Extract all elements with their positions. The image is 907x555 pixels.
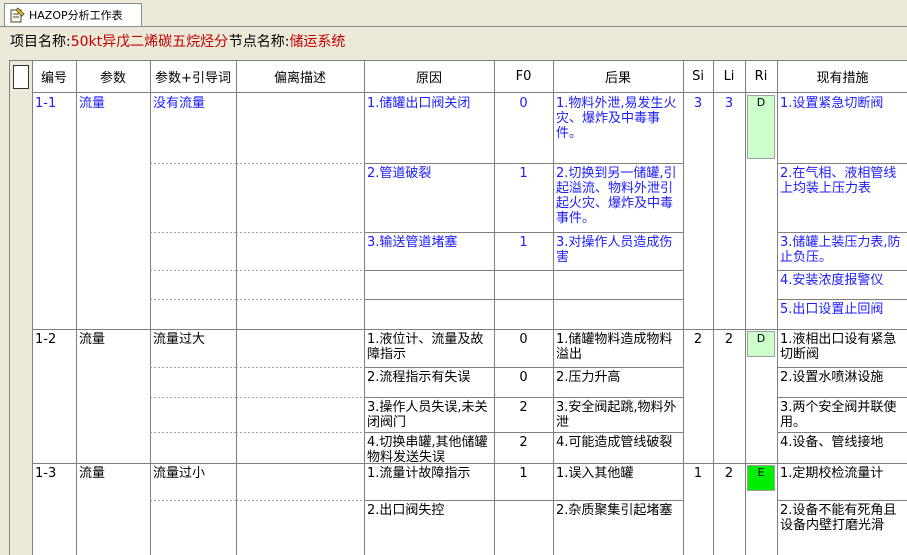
cell-measure[interactable]: 2.设备不能有死角且设备内壁打磨光滑	[777, 500, 907, 555]
cell-cause[interactable]: 1.流量计故障指示	[364, 463, 494, 500]
hdr-consequence[interactable]: 后果	[553, 61, 683, 92]
cell-si[interactable]: 2	[683, 329, 713, 463]
cell-f0[interactable]	[494, 270, 553, 299]
hdr-si[interactable]: Si	[683, 61, 713, 92]
cell-f0[interactable]: 0	[494, 329, 553, 367]
hdr-f0[interactable]: F0	[494, 61, 553, 92]
hdr-guide[interactable]: 参数+引导词	[150, 61, 236, 92]
worksheet-icon	[10, 7, 25, 23]
cell-consequence[interactable]: 3.对操作人员造成伤害	[553, 232, 683, 270]
cell-measure[interactable]: 5.出口设置止回阀	[777, 299, 907, 329]
hdr-li[interactable]: Li	[713, 61, 745, 92]
cell-si[interactable]: 1	[683, 463, 713, 555]
cell-deviation[interactable]	[236, 463, 364, 555]
cell-consequence[interactable]	[553, 270, 683, 299]
cell-id[interactable]: 1-3	[32, 463, 76, 555]
cell-consequence[interactable]: 2.切换到另一储罐,引起溢流、物料外泄引起火灾、爆炸及中毒事件。	[553, 163, 683, 232]
cell-f0[interactable]: 1	[494, 163, 553, 232]
cell-cause[interactable]: 2.管道破裂	[364, 163, 494, 232]
project-label: 项目名称:	[10, 33, 71, 50]
tab-hazop-worksheet[interactable]: HAZOP分析工作表	[4, 3, 142, 26]
select-all-corner[interactable]	[13, 65, 29, 89]
cell-id[interactable]: 1-1	[32, 93, 76, 329]
cell-param[interactable]: 流量	[76, 329, 150, 463]
cell-consequence[interactable]: 1.储罐物料造成物料溢出	[553, 329, 683, 367]
cell-cause[interactable]: 3.输送管道堵塞	[364, 232, 494, 270]
cell-measure[interactable]: 4.设备、管线接地	[777, 432, 907, 463]
tab-strip: HAZOP分析工作表	[0, 0, 907, 27]
cell-f0[interactable]: 1	[494, 232, 553, 270]
cell-param[interactable]: 流量	[76, 463, 150, 555]
cell-measure[interactable]: 3.储罐上装压力表,防止负压。	[777, 232, 907, 270]
hdr-id[interactable]: 编号	[32, 61, 76, 92]
cell-consequence[interactable]	[553, 299, 683, 329]
cell-measure[interactable]: 1.设置紧急切断阀	[777, 93, 907, 163]
node-label: 节点名称:	[228, 33, 290, 50]
hdr-ri[interactable]: Ri	[745, 61, 777, 92]
cell-measure[interactable]: 2.在气相、液相管线上均装上压力表	[777, 163, 907, 232]
hazop-grid[interactable]: 编号 参数 参数+引导词 偏离描述 原因 F0 后果 Si Li Ri 现有措施 1-1 流量 没有流量 3…	[9, 60, 907, 555]
cell-cause[interactable]: 1.储罐出口阀关闭	[364, 93, 494, 163]
cell-li[interactable]: 2	[713, 463, 745, 555]
cell-ri-badge[interactable]: D	[747, 331, 775, 357]
row-header-column	[10, 61, 32, 555]
cell-f0[interactable]: 0	[494, 93, 553, 163]
cell-cause[interactable]	[364, 299, 494, 329]
cell-f0[interactable]	[494, 500, 553, 555]
cell-measure[interactable]: 1.液相出口设有紧急切断阀	[777, 329, 907, 367]
cell-f0[interactable]: 2	[494, 432, 553, 463]
hdr-cause[interactable]: 原因	[364, 61, 494, 92]
info-bar: 项目名称: 50kt异戊二烯碳五烷烃分离 节点名称: 储运系统	[0, 27, 907, 54]
cell-measure[interactable]: 2.设置水喷淋设施	[777, 367, 907, 397]
cell-f0[interactable]: 2	[494, 397, 553, 432]
cell-guide[interactable]: 流量过小	[150, 463, 236, 555]
cell-cause[interactable]: 4.切换串罐,其他储罐物料发送失误	[364, 432, 494, 463]
cell-si[interactable]: 3	[683, 93, 713, 329]
hdr-param[interactable]: 参数	[76, 61, 150, 92]
cell-cause[interactable]: 1.液位计、流量及故障指示	[364, 329, 494, 367]
cell-deviation[interactable]	[236, 93, 364, 329]
cell-li[interactable]: 2	[713, 329, 745, 463]
cell-f0[interactable]: 0	[494, 367, 553, 397]
cell-consequence[interactable]: 2.杂质聚集引起堵塞	[553, 500, 683, 555]
cell-deviation[interactable]	[236, 329, 364, 463]
cell-consequence[interactable]: 4.可能造成管线破裂	[553, 432, 683, 463]
tab-title: HAZOP分析工作表	[29, 9, 123, 22]
cell-measure[interactable]: 3.两个安全阀并联使用。	[777, 397, 907, 432]
cell-guide[interactable]: 流量过大	[150, 329, 236, 463]
cell-measure[interactable]: 4.安装浓度报警仪	[777, 270, 907, 299]
cell-consequence[interactable]: 1.物料外泄,易发生火灾、爆炸及中毒事件。	[553, 93, 683, 163]
cell-f0[interactable]: 1	[494, 463, 553, 500]
cell-guide[interactable]: 没有流量	[150, 93, 236, 329]
project-value: 50kt异戊二烯碳五烷烃分离	[70, 33, 229, 50]
node-value: 储运系统	[289, 33, 346, 50]
hdr-measures[interactable]: 现有措施	[777, 61, 907, 92]
cell-f0[interactable]	[494, 299, 553, 329]
cell-param[interactable]: 流量	[76, 93, 150, 329]
cell-consequence[interactable]: 2.压力升高	[553, 367, 683, 397]
cell-cause[interactable]	[364, 270, 494, 299]
cell-cause[interactable]: 2.流程指示有失误	[364, 367, 494, 397]
cell-ri-badge[interactable]: D	[747, 95, 775, 159]
hdr-deviation[interactable]: 偏离描述	[236, 61, 364, 92]
cell-ri-badge[interactable]: E	[747, 465, 775, 491]
cell-consequence[interactable]: 1.误入其他罐	[553, 463, 683, 500]
cell-cause[interactable]: 3.操作人员失误,未关闭阀门	[364, 397, 494, 432]
cell-cause[interactable]: 2.出口阀失控	[364, 500, 494, 555]
cell-consequence[interactable]: 3.安全阀起跳,物料外泄	[553, 397, 683, 432]
cell-measure[interactable]: 1.定期校检流量计	[777, 463, 907, 500]
cell-li[interactable]: 3	[713, 93, 745, 329]
cell-id[interactable]: 1-2	[32, 329, 76, 463]
